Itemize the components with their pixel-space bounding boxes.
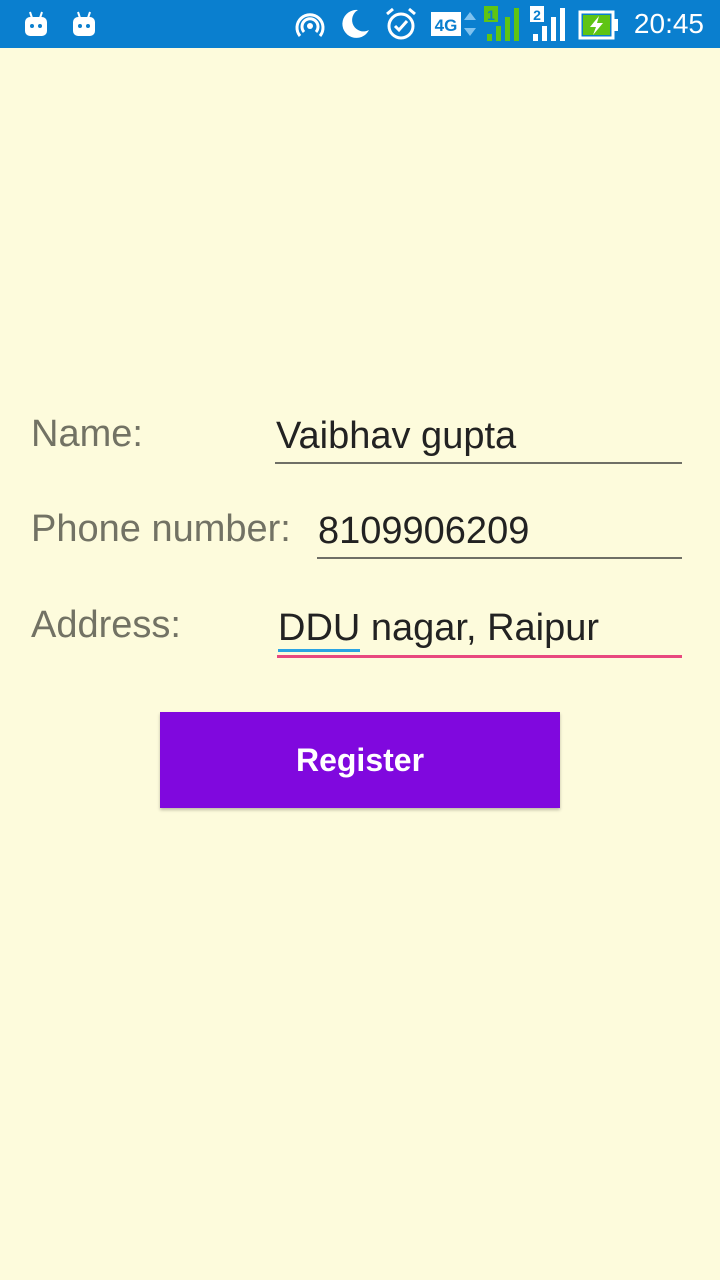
register-button[interactable]: Register <box>160 712 560 808</box>
registration-form: Name: Vaibhav gupta Phone number: 810990… <box>0 0 720 1280</box>
address-input-value: DDU nagar, Raipur <box>278 606 600 652</box>
address-input[interactable]: DDU nagar, Raipur <box>277 600 682 658</box>
phone-label: Phone number: <box>31 508 291 550</box>
address-text-rest: nagar, Raipur <box>360 607 600 649</box>
phone-input[interactable]: 8109906209 <box>317 503 682 559</box>
spellcheck-word[interactable]: DDU <box>278 607 361 652</box>
name-input-value: Vaibhav gupta <box>276 415 517 457</box>
phone-input-value: 8109906209 <box>318 510 530 552</box>
name-input[interactable]: Vaibhav gupta <box>275 408 682 464</box>
name-label: Name: <box>31 413 143 455</box>
address-label: Address: <box>31 604 181 646</box>
